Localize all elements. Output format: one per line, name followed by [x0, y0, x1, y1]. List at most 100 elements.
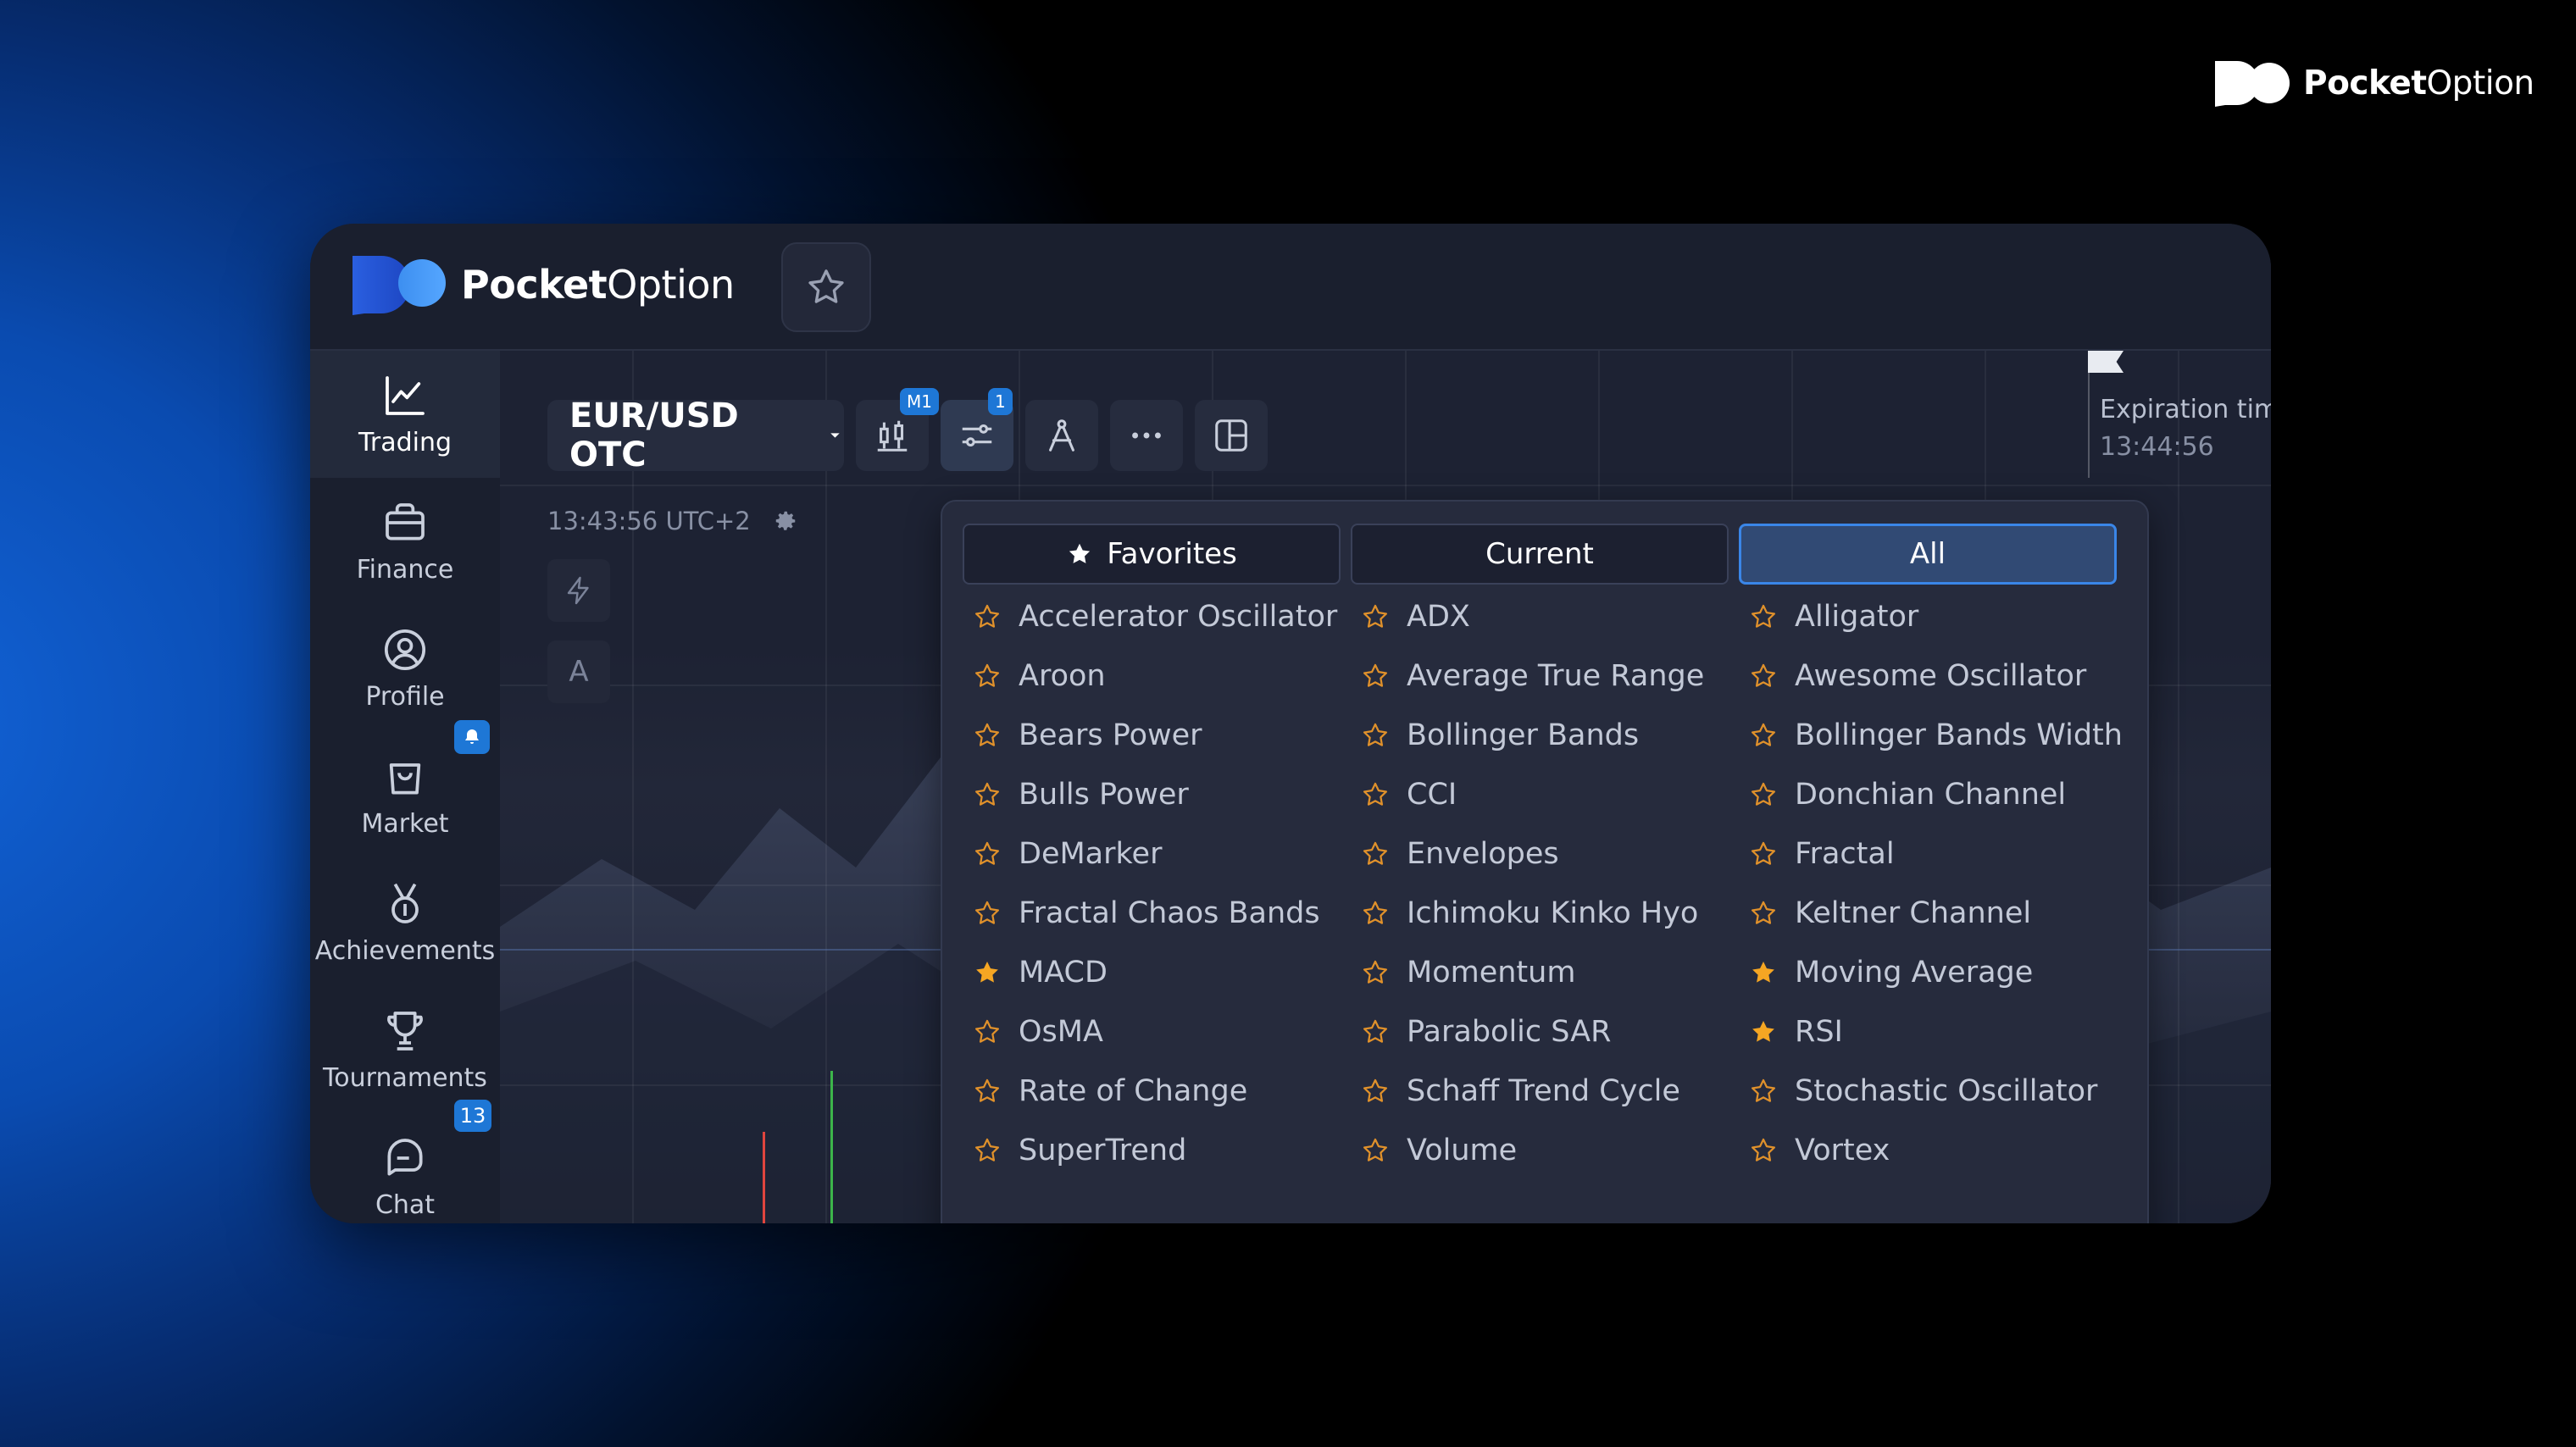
tab-label: Favorites [1107, 537, 1237, 571]
indicator-item[interactable]: Volume [1361, 1134, 1517, 1167]
star-icon[interactable] [1749, 662, 1778, 690]
star-icon[interactable] [973, 899, 1002, 928]
user-circle-icon [384, 629, 426, 670]
indicator-item[interactable]: Momentum [1361, 956, 1575, 990]
sidebar-item-achievements[interactable]: Achievements [310, 859, 500, 986]
asset-pair-label: EUR/USD OTC [569, 396, 739, 474]
notification-badge [454, 720, 490, 754]
tab-current[interactable]: Current [1351, 524, 1729, 585]
indicator-item[interactable]: Parabolic SAR [1361, 1015, 1611, 1049]
indicator-item[interactable]: SuperTrend [973, 1134, 1186, 1167]
asset-selector[interactable]: EUR/USD OTC [547, 396, 844, 474]
star-icon[interactable] [1361, 958, 1390, 987]
indicator-item[interactable]: Vortex [1749, 1134, 1890, 1167]
timeframe-badge: M1 [900, 388, 939, 415]
indicator-label: Average True Range [1407, 659, 1705, 693]
clock-text: 13:43:56 UTC+2 [547, 507, 751, 535]
top-bar: PocketOption [310, 224, 2271, 351]
indicator-item[interactable]: Rate of Change [973, 1074, 1247, 1108]
star-icon[interactable] [1749, 899, 1778, 928]
indicator-label: Donchian Channel [1795, 778, 2067, 812]
sidebar-item-label: Market [361, 808, 449, 839]
indicator-item[interactable]: Moving Average [1749, 956, 2033, 990]
star-icon[interactable] [1361, 1017, 1390, 1046]
more-dots-icon [1132, 432, 1161, 439]
star-icon[interactable] [973, 1017, 1002, 1046]
indicator-item[interactable]: Envelopes [1361, 837, 1559, 871]
tab-favorites[interactable]: Favorites [963, 524, 1341, 585]
text-tool-button[interactable]: A [547, 640, 610, 703]
indicator-label: Stochastic Oscillator [1795, 1074, 2098, 1108]
star-icon[interactable] [973, 721, 1002, 750]
quick-trade-button[interactable] [547, 559, 610, 622]
star-icon[interactable] [1749, 1136, 1778, 1165]
star-filled-icon[interactable] [1749, 958, 1778, 987]
star-icon[interactable] [973, 780, 1002, 809]
favorite-star-button[interactable] [781, 242, 871, 332]
star-icon[interactable] [973, 602, 1002, 631]
indicator-item[interactable]: RSI [1749, 1015, 1843, 1049]
star-icon[interactable] [1361, 1077, 1390, 1106]
star-icon[interactable] [1749, 840, 1778, 868]
layout-button[interactable] [1195, 400, 1268, 471]
indicator-item[interactable]: Ichimoku Kinko Hyo [1361, 896, 1698, 930]
gear-icon[interactable] [773, 508, 798, 534]
star-icon[interactable] [1749, 602, 1778, 631]
star-icon[interactable] [973, 662, 1002, 690]
indicator-item[interactable]: ADX [1361, 600, 1470, 634]
indicator-item[interactable]: DeMarker [973, 837, 1162, 871]
indicator-label: MACD [1019, 956, 1108, 990]
indicator-item[interactable]: Stochastic Oscillator [1749, 1074, 2097, 1108]
layout-grid-icon [1215, 419, 1247, 452]
tab-all[interactable]: All [1739, 524, 2117, 585]
indicator-item[interactable]: Schaff Trend Cycle [1361, 1074, 1680, 1108]
app-logo[interactable]: PocketOption [349, 252, 735, 317]
indicator-item[interactable]: Awesome Oscillator [1749, 659, 2086, 693]
chart-line-icon [386, 375, 425, 415]
indicator-item[interactable]: Aroon [973, 659, 1106, 693]
caret-down-icon [830, 433, 840, 438]
star-icon[interactable] [973, 840, 1002, 868]
more-options-button[interactable] [1110, 400, 1183, 471]
indicator-item[interactable]: Bears Power [973, 718, 1202, 752]
indicator-item[interactable]: Bollinger Bands [1361, 718, 1639, 752]
expiration-label: Expiration time [2100, 395, 2271, 424]
star-filled-icon[interactable] [1749, 1017, 1778, 1046]
sidebar-item-label: Chat [375, 1189, 436, 1220]
indicator-item[interactable]: Alligator [1749, 600, 1918, 634]
star-icon[interactable] [1361, 602, 1390, 631]
candle-bearish [763, 1132, 765, 1223]
star-icon[interactable] [1749, 1077, 1778, 1106]
star-icon[interactable] [1749, 780, 1778, 809]
indicator-item[interactable]: Fractal [1749, 837, 1895, 871]
star-filled-icon[interactable] [973, 958, 1002, 987]
star-icon[interactable] [1749, 721, 1778, 750]
indicator-item[interactable]: Bollinger Bands Width [1749, 718, 2123, 752]
star-icon[interactable] [1361, 840, 1390, 868]
indicator-item[interactable]: MACD [973, 956, 1108, 990]
drawing-tools-button[interactable] [1025, 400, 1098, 471]
indicators-button[interactable]: 1 [941, 388, 1013, 471]
indicator-item[interactable]: Bulls Power [973, 778, 1189, 812]
star-icon[interactable] [1361, 1136, 1390, 1165]
indicator-item[interactable]: Keltner Channel [1749, 896, 2031, 930]
indicator-item[interactable]: OsMA [973, 1015, 1103, 1049]
star-icon[interactable] [973, 1077, 1002, 1106]
sidebar-item-label: Tournaments [323, 1062, 487, 1093]
indicator-item[interactable]: CCI [1361, 778, 1457, 812]
sidebar-item-tournaments[interactable]: Tournaments [310, 986, 500, 1113]
star-icon[interactable] [1361, 662, 1390, 690]
indicator-item[interactable]: Accelerator Oscillator [973, 600, 1337, 634]
star-icon[interactable] [1361, 899, 1390, 928]
sidebar-item-label: Trading [358, 427, 452, 457]
star-icon[interactable] [1361, 780, 1390, 809]
sidebar-item-profile[interactable]: Profile [310, 605, 500, 732]
indicator-item[interactable]: Fractal Chaos Bands [973, 896, 1320, 930]
star-icon[interactable] [973, 1136, 1002, 1165]
star-icon[interactable] [1361, 721, 1390, 750]
indicator-item[interactable]: Donchian Channel [1749, 778, 2066, 812]
chart-type-button[interactable]: M1 [856, 388, 939, 471]
indicator-item[interactable]: Average True Range [1361, 659, 1704, 693]
sidebar-item-finance[interactable]: Finance [310, 478, 500, 605]
sidebar-item-trading[interactable]: Trading [310, 351, 500, 478]
